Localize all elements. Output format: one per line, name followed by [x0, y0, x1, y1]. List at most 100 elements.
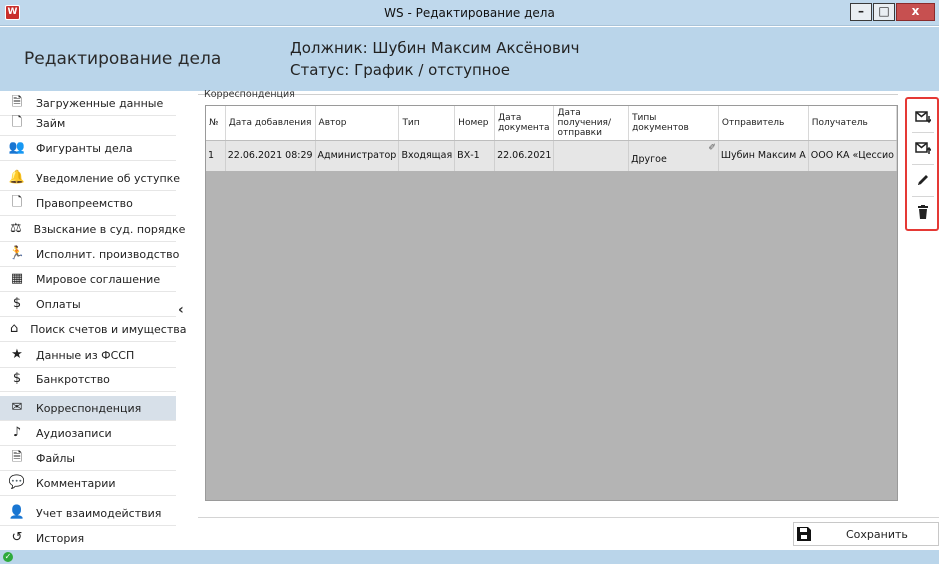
sidebar-item-9[interactable]: ⌂ Поиск счетов и имущества: [0, 317, 186, 342]
sidebar-item-label: Мировое соглашение: [36, 272, 161, 286]
table-header-row: № Дата добавления Автор Тип Номер Дата д…: [206, 106, 898, 141]
sidebar-item-label: Поиск счетов и имущества: [30, 322, 187, 336]
sidebar-item-8[interactable]: $ Оплаты: [0, 292, 176, 317]
window-title: WS - Редактирование дела: [384, 6, 555, 20]
action-toolbar: [905, 97, 939, 231]
cell-date-added[interactable]: 22.06.2021 08:29: [225, 140, 316, 171]
col-sent-date-header[interactable]: Дата получения/ отправки: [553, 106, 630, 141]
case-header: Редактирование дела Должник: Шубин Макси…: [0, 27, 939, 91]
cell-type[interactable]: Входящая: [398, 140, 456, 171]
sidebar-item-label: Банкротство: [36, 372, 110, 386]
bell-icon: 🔔: [8, 170, 26, 185]
footer-divider: [198, 517, 939, 518]
col-doc-number-header[interactable]: Номер: [454, 106, 496, 141]
edit-button[interactable]: [913, 170, 933, 190]
document-icon: 🗋: [11, 115, 23, 130]
status-bar: ✓: [0, 550, 939, 564]
minimize-button[interactable]: –: [850, 3, 872, 21]
document-download-icon: 🗎: [11, 95, 23, 110]
maximize-button[interactable]: □: [873, 3, 895, 21]
sidebar-item-label: Учет взаимодействия: [36, 506, 162, 520]
toolbar-divider: [912, 196, 934, 197]
sidebar-item-label: Данные из ФССП: [36, 348, 135, 362]
sidebar-item-1[interactable]: 🗋 Займ: [0, 111, 176, 136]
sidebar-item-label: Займ: [36, 116, 66, 130]
incoming-mail-button[interactable]: [913, 107, 933, 127]
col-recipient-header[interactable]: Получатель: [808, 106, 898, 141]
close-button[interactable]: x: [896, 3, 935, 21]
sidebar-item-label: Файлы: [36, 451, 76, 465]
col-doc-date-header[interactable]: Дата документа: [494, 106, 555, 141]
sidebar-item-4[interactable]: 🗋 Правопреемство: [0, 191, 176, 216]
sidebar-item-11[interactable]: $ Банкротство: [0, 367, 176, 392]
sidebar-item-label: Уведомление об уступке: [36, 171, 181, 185]
sidebar-item-15[interactable]: 💬 Комментарии: [0, 471, 176, 496]
col-doc-types-header[interactable]: Типы документов: [628, 106, 719, 141]
sidebar-item-3[interactable]: 🔔 Уведомление об уступке: [0, 166, 180, 191]
title-bar: W WS - Редактирование дела – □ x: [0, 0, 939, 26]
sidebar-item-6[interactable]: 🏃 Исполнит. производство: [0, 242, 180, 267]
sidebar: 🗎 Загруженные данные 🗋 Займ 👥 Фигуранты дела 🔔…: [0, 91, 186, 551]
floppy-disk-icon: [797, 527, 811, 541]
sidebar-item-label: История: [36, 531, 85, 545]
sidebar-item-label: Исполнит. производство: [36, 247, 180, 261]
sidebar-item-10[interactable]: ★ Данные из ФССП: [0, 343, 176, 368]
cell-doc-number[interactable]: ВХ-1: [454, 140, 496, 171]
sidebar-item-label: Правопреемство: [36, 196, 133, 210]
sidebar-item-label: Загруженные данные: [36, 96, 164, 110]
correspondence-grid[interactable]: № Дата добавления Автор Тип Номер Дата д…: [205, 105, 898, 501]
outgoing-mail-button[interactable]: [913, 138, 933, 158]
sidebar-item-label: Аудиозаписи: [36, 426, 112, 440]
col-number-header[interactable]: №: [206, 106, 226, 141]
runner-icon: 🏃: [8, 246, 26, 261]
table-row[interactable]: 1 22.06.2021 08:29 Администратор Входяща…: [206, 140, 898, 171]
no-money-icon: $: [12, 371, 22, 386]
badge-icon: ★: [11, 347, 23, 362]
toolbar-divider: [912, 132, 934, 133]
check-icon: ✓: [3, 552, 13, 562]
sidebar-item-17[interactable]: ↺ История: [0, 526, 176, 551]
save-button[interactable]: Сохранить: [793, 522, 939, 546]
chevron-left-icon[interactable]: ‹: [178, 302, 184, 318]
correspondence-table: № Дата добавления Автор Тип Номер Дата д…: [206, 106, 898, 171]
cell-sent-date[interactable]: [553, 140, 630, 171]
cell-sender[interactable]: Шубин Максим А: [718, 140, 809, 171]
envelope-icon: ✉: [11, 400, 23, 415]
sidebar-item-14[interactable]: 🗎 Файлы: [0, 446, 176, 471]
comment-icon: 💬: [8, 475, 26, 490]
calendar-icon: ▦: [10, 271, 24, 286]
cell-number[interactable]: 1: [206, 140, 226, 171]
dollar-icon: $: [12, 296, 22, 311]
file-icon: 🗎: [11, 450, 23, 465]
cell-author[interactable]: Администратор: [315, 140, 400, 171]
sidebar-item-13[interactable]: ♪ Аудиозаписи: [0, 421, 176, 446]
person-voice-icon: 👤: [8, 505, 26, 520]
sidebar-item-2[interactable]: 👥 Фигуранты дела: [0, 136, 176, 161]
sidebar-item-12[interactable]: ✉ Корреспонденция: [0, 396, 176, 421]
people-icon: 👥: [8, 140, 26, 155]
sidebar-item-7[interactable]: ▦ Мировое соглашение: [0, 267, 176, 292]
col-date-added-header[interactable]: Дата добавления: [225, 106, 316, 141]
case-status: Статус: График / отступное: [290, 61, 510, 79]
sidebar-item-label: Взыскание в суд. порядке: [33, 222, 186, 236]
house-search-icon: ⌂: [10, 321, 19, 336]
sidebar-item-5[interactable]: ⚖ Взыскание в суд. порядке: [0, 217, 185, 242]
mail-outgoing-icon: [915, 142, 931, 154]
page-title: Редактирование дела: [24, 49, 222, 69]
col-type-header[interactable]: Тип: [398, 106, 456, 141]
save-button-label: Сохранить: [846, 528, 908, 541]
delete-button[interactable]: [913, 202, 933, 222]
cell-doc-types-text: Другое: [631, 153, 667, 165]
cell-doc-types[interactable]: Другое ✐: [628, 140, 719, 171]
cell-recipient[interactable]: ООО КА «Цессио: [808, 140, 898, 171]
cell-doc-date[interactable]: 22.06.2021: [494, 140, 555, 171]
col-sender-header[interactable]: Отправитель: [718, 106, 809, 141]
trash-icon: [918, 205, 928, 219]
debtor-name: Должник: Шубин Максим Аксёнович: [290, 39, 580, 57]
pencil-icon: [918, 175, 928, 185]
group-divider: [198, 94, 898, 95]
sidebar-item-16[interactable]: 👤 Учет взаимодействия: [0, 501, 176, 526]
col-author-header[interactable]: Автор: [315, 106, 400, 141]
paperclip-icon[interactable]: ✐: [708, 143, 716, 153]
sidebar-item-label: Комментарии: [36, 476, 116, 490]
